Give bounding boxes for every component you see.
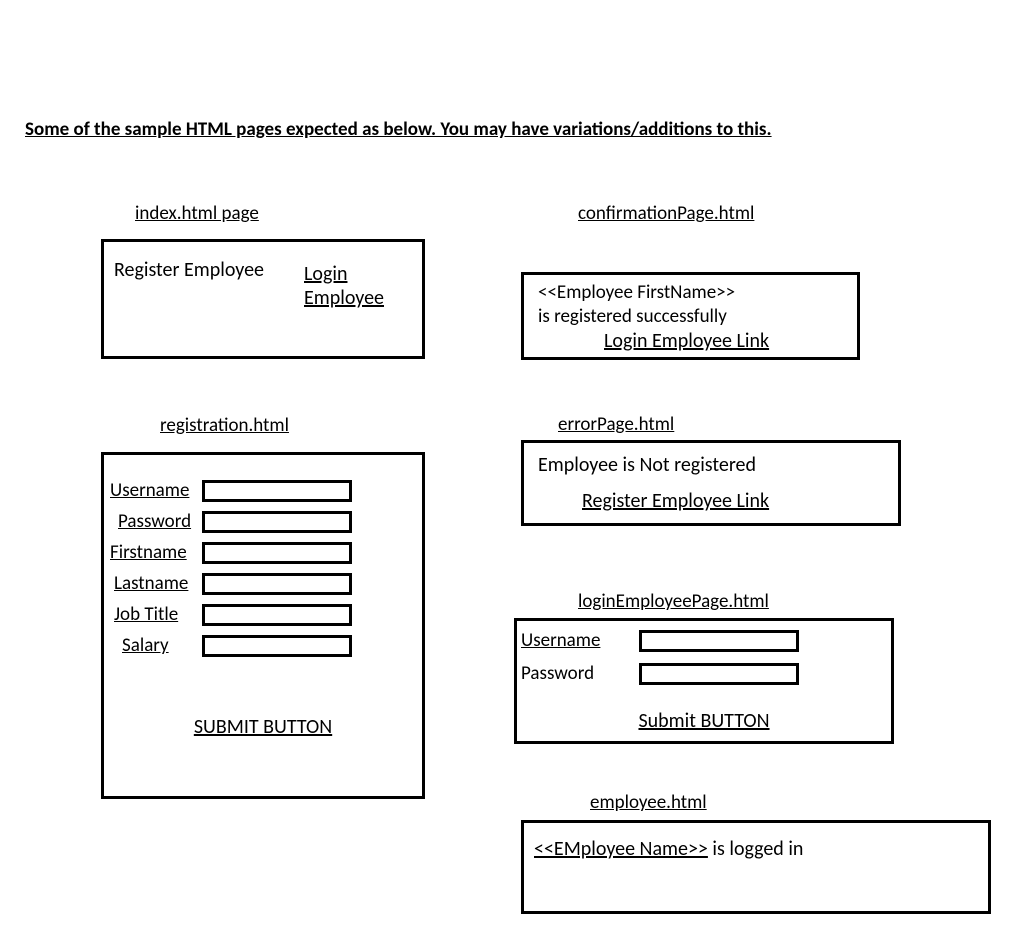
login-username-input[interactable]: [639, 630, 799, 652]
registration-lastname-label: Lastname: [104, 572, 202, 595]
login-password-label: Password: [519, 662, 639, 685]
employee-page-box: <<EMployee Name>> is logged in: [521, 820, 991, 914]
login-username-label: Username: [519, 629, 639, 652]
confirmation-success-text: is registered successfully: [538, 305, 727, 330]
registration-firstname-input[interactable]: [202, 542, 352, 564]
registration-submit-button[interactable]: SUBMIT BUTTON: [194, 715, 332, 739]
registration-salary-input[interactable]: [202, 635, 352, 657]
error-page-box: Employee is Not registered Register Empl…: [521, 440, 901, 526]
registration-firstname-label: Firstname: [104, 541, 202, 564]
index-page-title: index.html page: [135, 202, 259, 225]
confirmation-page-box: <<Employee FirstName>> is registered suc…: [521, 272, 860, 360]
error-page-title: errorPage.html: [558, 413, 674, 436]
registration-password-input[interactable]: [202, 511, 352, 533]
registration-lastname-input[interactable]: [202, 573, 352, 595]
login-page-title: loginEmployeePage.html: [578, 590, 769, 613]
page-heading: Some of the sample HTML pages expected a…: [25, 118, 772, 141]
registration-username-label: Username: [104, 479, 202, 502]
registration-page-box: Username Password Firstname Lastname Job…: [101, 452, 425, 799]
login-password-input[interactable]: [639, 663, 799, 685]
registration-username-input[interactable]: [202, 480, 352, 502]
registration-jobtitle-input[interactable]: [202, 604, 352, 626]
confirmation-firstname-placeholder: <<Employee FirstName>>: [538, 281, 735, 306]
register-employee-link[interactable]: Register Employee: [114, 258, 264, 282]
login-employee-link[interactable]: Login Employee: [304, 262, 384, 310]
index-page-box: Register Employee Login Employee: [101, 239, 425, 359]
registration-password-label: Password: [104, 510, 202, 533]
employee-name-placeholder: <<EMployee Name>>: [534, 837, 708, 861]
login-submit-button[interactable]: Submit BUTTON: [638, 709, 769, 733]
login-page-box: Username Password Submit BUTTON: [514, 618, 894, 744]
error-message-text: Employee is Not registered: [538, 453, 756, 477]
confirmation-login-link[interactable]: Login Employee Link: [604, 329, 769, 353]
registration-jobtitle-label: Job Title: [104, 603, 202, 626]
employee-logged-in-text: is logged in: [708, 837, 804, 861]
confirmation-page-title: confirmationPage.html: [578, 202, 754, 225]
error-register-link[interactable]: Register Employee Link: [582, 489, 769, 513]
registration-page-title: registration.html: [160, 414, 289, 437]
employee-page-title: employee.html: [590, 791, 707, 814]
registration-salary-label: Salary: [104, 634, 202, 657]
